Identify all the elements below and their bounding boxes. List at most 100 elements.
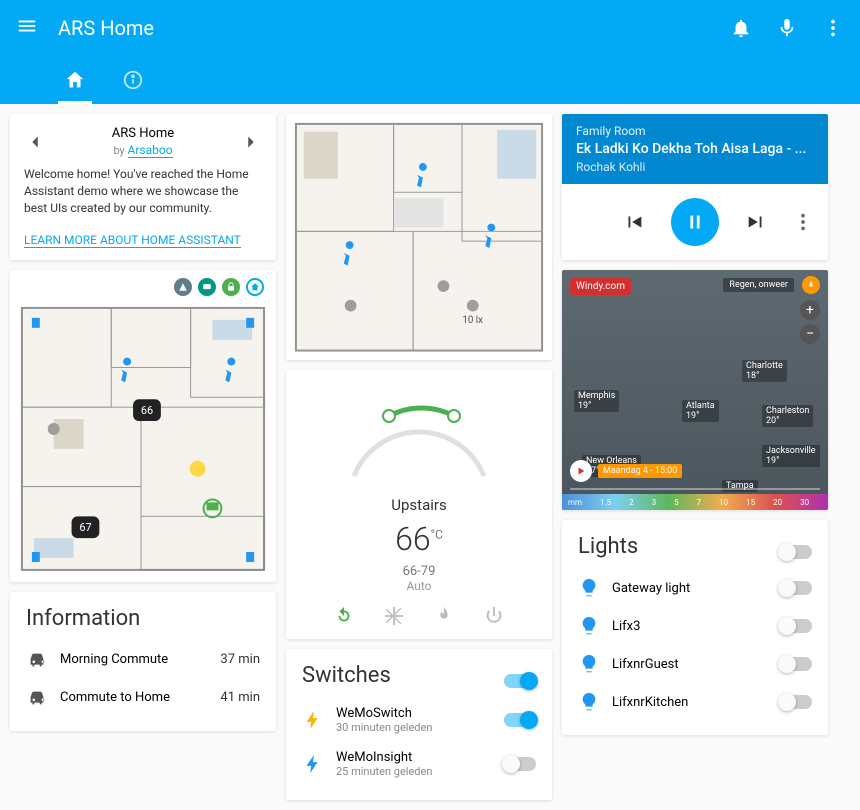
badge-lock-icon[interactable] [222, 278, 240, 296]
switch-toggle[interactable] [504, 757, 536, 771]
map-scale: mm 1.5235710152030 [562, 494, 828, 510]
info-row: Commute to Home 41 min [26, 679, 260, 717]
light-row: Gateway light [578, 569, 812, 607]
svg-text:67: 67 [79, 521, 91, 534]
snowflake-icon[interactable] [383, 605, 405, 627]
information-title: Information [26, 606, 260, 631]
more-vert-icon[interactable] [792, 211, 814, 233]
thermostat-range: 66-79 [403, 564, 436, 579]
switch-sub: 25 minuten geleden [336, 765, 492, 778]
media-card: Family Room Ek Ladki Ko Dekha Toh Aisa L… [562, 114, 828, 260]
thermostat-temp: 66°C [395, 520, 443, 558]
switch-toggle[interactable] [504, 713, 536, 727]
map-city: Atlanta19° [682, 400, 719, 422]
pause-icon [684, 211, 706, 233]
map-timestamp: Maandag 4 - 15:00 [598, 464, 682, 478]
thermostat-dial[interactable] [334, 386, 504, 486]
floorplan-lower[interactable]: 66 67 [10, 270, 276, 582]
bulb-icon [578, 691, 600, 713]
bulb-icon [578, 577, 600, 599]
app-title: ARS Home [58, 16, 730, 40]
light-row: Lifx3 [578, 607, 812, 645]
light-name: LifxnrGuest [612, 657, 768, 672]
next-icon[interactable] [745, 211, 767, 233]
floorplan-svg: 10 lx [292, 120, 546, 354]
media-track: Ek Ladki Ko Dekha Toh Aisa Laga - ... [576, 141, 814, 157]
author-link[interactable]: Arsaboo [128, 143, 173, 158]
badge-icon[interactable] [174, 278, 192, 296]
light-toggle[interactable] [780, 619, 812, 633]
thermostat-card[interactable]: Upstairs 66°C 66-79 Auto [286, 370, 552, 639]
welcome-card: ARS Home by Arsaboo Welcome home! You've… [10, 114, 276, 260]
chevron-right-icon[interactable] [240, 131, 262, 153]
light-toggle[interactable] [780, 695, 812, 709]
windy-logo: Windy.com [570, 278, 631, 295]
light-name: Lifx3 [612, 619, 768, 634]
switch-row: WeMoInsight 25 minuten geleden [302, 742, 536, 786]
light-name: Gateway light [612, 581, 768, 596]
info-row: Morning Commute 37 min [26, 641, 260, 679]
lights-title: Lights [578, 534, 638, 559]
learn-more-link[interactable]: LEARN MORE ABOUT HOME ASSISTANT [24, 233, 241, 248]
prev-icon[interactable] [623, 211, 645, 233]
map-timeline-track[interactable] [570, 488, 820, 490]
switches-card: Switches WeMoSwitch 30 minuten geleden W… [286, 649, 552, 800]
switch-name: WeMoSwitch [336, 706, 492, 721]
menu-button[interactable] [16, 15, 38, 41]
welcome-title: ARS Home [112, 126, 174, 143]
play-pause-button[interactable] [671, 198, 719, 246]
map-city: Tampa [722, 480, 758, 492]
information-card: Information Morning Commute 37 min Commu… [10, 592, 276, 731]
tab-home[interactable] [64, 56, 86, 104]
map-city: Memphis19° [574, 390, 619, 412]
bolt-icon [302, 709, 324, 731]
weather-map-card[interactable]: Windy.com Regen, onweer + − Memphis19°At… [562, 270, 828, 510]
light-name: LifxnrKitchen [612, 695, 768, 710]
badge-tv-icon[interactable] [198, 278, 216, 296]
more-vert-icon[interactable] [822, 17, 844, 39]
switches-master-toggle[interactable] [504, 674, 536, 688]
lights-master-toggle[interactable] [780, 545, 812, 559]
badge-home-icon[interactable] [246, 278, 264, 296]
tab-info[interactable] [122, 56, 144, 104]
app-header: ARS Home [0, 0, 860, 56]
dashboard: ARS Home by Arsaboo Welcome home! You've… [0, 104, 860, 810]
zoom-out-button[interactable]: − [800, 324, 820, 344]
microphone-icon[interactable] [776, 17, 798, 39]
info-label: Commute to Home [60, 690, 208, 705]
thermostat-name: Upstairs [391, 496, 446, 514]
switch-sub: 30 minuten geleden [336, 721, 492, 734]
map-city: Charleston20° [762, 405, 813, 427]
car-icon [26, 649, 48, 671]
power-icon[interactable] [483, 605, 505, 627]
media-room: Family Room [576, 124, 814, 138]
bulb-icon [578, 615, 600, 637]
map-play-button[interactable] [570, 460, 592, 482]
map-city: Jacksonville19° [762, 445, 820, 467]
svg-text:66: 66 [141, 404, 153, 417]
light-row: LifxnrKitchen [578, 683, 812, 721]
chevron-left-icon[interactable] [24, 131, 46, 153]
floorplan-upper[interactable]: 10 lx [286, 114, 552, 360]
flame-icon[interactable] [433, 605, 455, 627]
light-toggle[interactable] [780, 657, 812, 671]
switch-name: WeMoInsight [336, 750, 492, 765]
map-city: Charlotte18° [742, 360, 787, 382]
lights-card: Lights Gateway light Lifx3 LifxnrGuest L [562, 520, 828, 735]
hamburger-icon [16, 15, 38, 37]
switch-row: WeMoSwitch 30 minuten geleden [302, 698, 536, 742]
media-artist: Rochak Kohli [576, 160, 814, 174]
tab-bar [0, 56, 860, 104]
zoom-in-button[interactable]: + [800, 300, 820, 320]
light-row: LifxnrGuest [578, 645, 812, 683]
bell-icon[interactable] [730, 17, 752, 39]
bulb-icon [578, 653, 600, 675]
car-icon [26, 687, 48, 709]
info-label: Morning Commute [60, 652, 208, 667]
welcome-text: Welcome home! You've reached the Home As… [24, 166, 262, 216]
map-layer-icon[interactable] [802, 276, 820, 294]
info-icon [122, 69, 144, 91]
info-value: 41 min [220, 690, 260, 705]
light-toggle[interactable] [780, 581, 812, 595]
auto-icon[interactable] [333, 605, 355, 627]
